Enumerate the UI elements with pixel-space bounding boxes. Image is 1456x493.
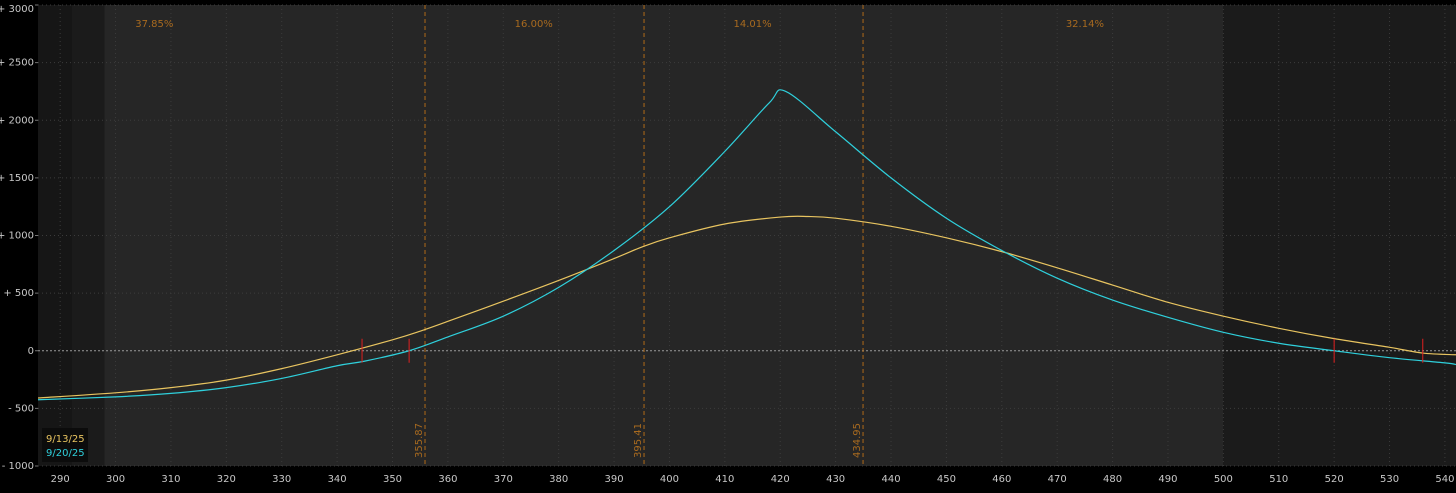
x-tick-label: 470	[1048, 474, 1067, 485]
range-percentage-0: 37.85%	[135, 19, 173, 30]
y-tick-label: + 1500	[0, 173, 34, 184]
y-tick-label: 0	[28, 346, 34, 357]
x-tick-label: 460	[992, 474, 1011, 485]
vertical-marker-label-1: 395.41	[633, 423, 644, 458]
x-tick-label: 380	[549, 474, 568, 485]
x-tick-label: 340	[328, 474, 347, 485]
x-tick-label: 490	[1158, 474, 1177, 485]
x-tick-label: 370	[494, 474, 513, 485]
shaded-range-2	[104, 5, 1224, 466]
x-tick-label: 530	[1380, 474, 1399, 485]
vertical-marker-label-2: 434.95	[852, 423, 863, 458]
x-tick-label: 450	[937, 474, 956, 485]
pnl-chart: 355.87 395.41 434.95 37.85% 16.00% 14.01% 32.…	[0, 0, 1456, 493]
x-tick-label: 300	[106, 474, 125, 485]
y-tick-label: - 1000	[2, 461, 34, 472]
range-percentage-3: 32.14%	[1066, 19, 1104, 30]
x-tick-label: 410	[715, 474, 734, 485]
x-tick-label: 350	[383, 474, 402, 485]
legend-entry-1: 9/20/25	[46, 448, 85, 459]
legend-entry-0: 9/13/25	[46, 434, 85, 445]
x-tick-label: 400	[660, 474, 679, 485]
x-tick-label: 420	[771, 474, 790, 485]
x-tick-label: 480	[1103, 474, 1122, 485]
x-tick-label: 330	[272, 474, 291, 485]
legend: 9/13/25 9/20/25	[42, 428, 88, 462]
y-tick-label: + 500	[3, 288, 34, 299]
y-tick-label: + 3000	[0, 4, 34, 15]
y-tick-label: + 2000	[0, 115, 34, 126]
shaded-range-1	[71, 5, 105, 466]
x-tick-label: 390	[605, 474, 624, 485]
x-tick-label: 290	[51, 474, 70, 485]
range-percentage-2: 14.01%	[733, 19, 771, 30]
x-tick-label: 510	[1269, 474, 1288, 485]
x-tick-label: 540	[1435, 474, 1454, 485]
x-tick-label: 440	[881, 474, 900, 485]
x-tick-label: 430	[826, 474, 845, 485]
y-tick-label: - 500	[8, 403, 34, 414]
vertical-marker-label-0: 355.87	[414, 423, 425, 458]
y-tick-label: + 2500	[0, 58, 34, 69]
x-tick-label: 360	[438, 474, 457, 485]
x-tick-label: 320	[217, 474, 236, 485]
range-percentage-1: 16.00%	[515, 19, 553, 30]
x-tick-label: 520	[1325, 474, 1344, 485]
x-tick-label: 500	[1214, 474, 1233, 485]
y-tick-label: + 1000	[0, 231, 34, 242]
x-tick-label: 310	[161, 474, 180, 485]
